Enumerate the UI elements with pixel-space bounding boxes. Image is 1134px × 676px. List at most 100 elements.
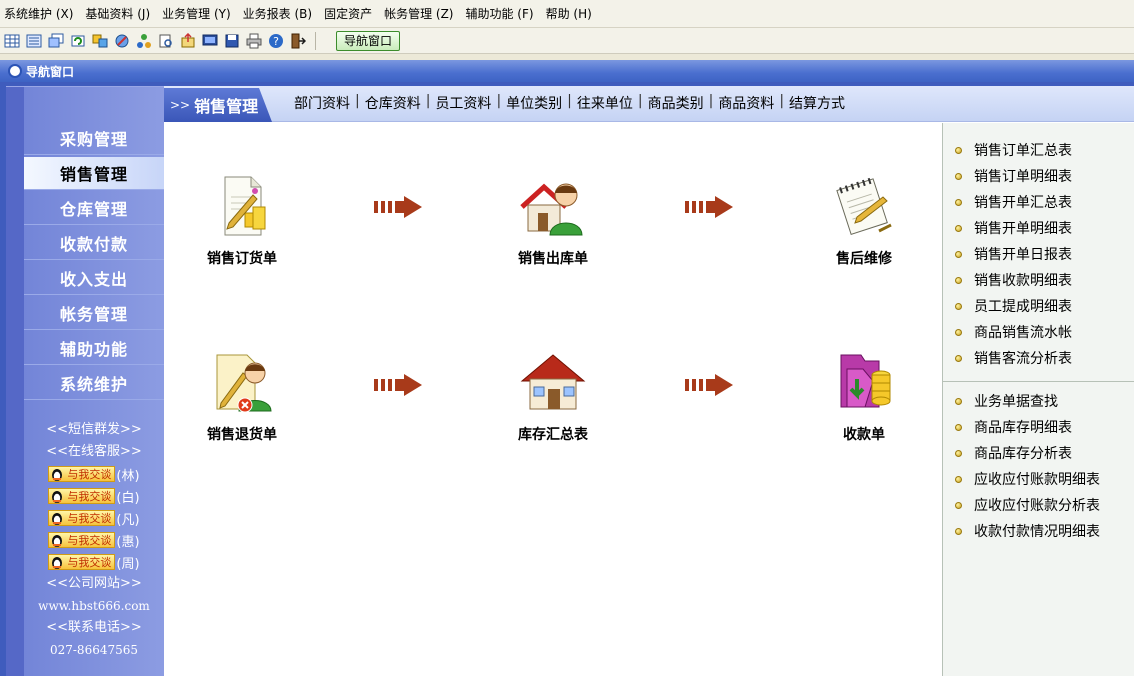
menu-fixed-assets[interactable]: 固定资产 <box>324 5 372 22</box>
exit-icon[interactable] <box>289 32 307 50</box>
flow-after-sales[interactable]: 售后维修 <box>809 173 919 268</box>
qq-chat-badge[interactable]: 与我交谈 <box>48 532 115 548</box>
swap-icon[interactable] <box>91 32 109 50</box>
flow-sales-order[interactable]: 销售订货单 <box>187 173 297 268</box>
report-link[interactable]: 销售开单明细表 <box>943 215 1134 241</box>
report-link[interactable]: 销售开单汇总表 <box>943 189 1134 215</box>
menu-system[interactable]: 系统维护 (X) <box>4 5 73 22</box>
bullet-icon <box>955 251 962 258</box>
qq-chat-badge[interactable]: 与我交谈 <box>48 466 115 482</box>
flow-sales-order-label: 销售订货单 <box>187 248 297 268</box>
topnav-link-product-category[interactable]: 商品类别 <box>648 93 704 113</box>
report-link-label: 销售开单日报表 <box>974 244 1072 264</box>
save-icon[interactable] <box>223 32 241 50</box>
screen-icon[interactable] <box>201 32 219 50</box>
report-link-label: 业务单据查找 <box>974 391 1058 411</box>
sms-link[interactable]: <<短信群发>> <box>24 419 164 441</box>
tools-icon[interactable] <box>113 32 131 50</box>
export-icon[interactable] <box>179 32 197 50</box>
main-content: >> 销售管理 部门资料| 仓库资料| 员工资料| 单位类别| 往来单位| 商品… <box>164 86 1134 676</box>
bullet-icon <box>955 199 962 206</box>
penguin-icon <box>49 511 65 525</box>
report-link[interactable]: 销售开单日报表 <box>943 241 1134 267</box>
qq-badge-label: 与我交谈 <box>67 510 111 526</box>
qq-chat-badge[interactable]: 与我交谈 <box>48 510 115 526</box>
order-document-icon <box>207 173 277 239</box>
website-link[interactable]: www.hbst666.com <box>24 595 164 617</box>
report-link[interactable]: 销售客流分析表 <box>943 345 1134 371</box>
topnav-link-staff[interactable]: 员工资料 <box>435 93 491 113</box>
nav-window-button[interactable]: 导航窗口 <box>336 31 400 51</box>
report-link[interactable]: 商品库存明细表 <box>943 414 1134 440</box>
flow-inventory-summary[interactable]: 库存汇总表 <box>498 349 608 444</box>
flow-sales-return[interactable]: 销售退货单 <box>187 349 297 444</box>
menu-bar: 系统维护 (X) 基础资料 (J) 业务管理 (Y) 业务报表 (B) 固定资产… <box>0 0 1134 28</box>
qq-contact-row[interactable]: 与我交谈 (白) <box>24 485 164 507</box>
report-link[interactable]: 商品库存分析表 <box>943 440 1134 466</box>
bullet-icon <box>955 173 962 180</box>
qq-contact-row[interactable]: 与我交谈 (林) <box>24 463 164 485</box>
sidebar-item-warehouse[interactable]: 仓库管理 <box>24 192 164 225</box>
flow-receipt[interactable]: 收款单 <box>809 349 919 444</box>
report-link[interactable]: 收款付款情况明细表 <box>943 518 1134 544</box>
top-nav: >> 销售管理 部门资料| 仓库资料| 员工资料| 单位类别| 往来单位| 商品… <box>164 86 1134 122</box>
topnav-link-unit-category[interactable]: 单位类别 <box>506 93 562 113</box>
grid-icon[interactable] <box>3 32 21 50</box>
flow-sales-return-label: 销售退货单 <box>187 424 297 444</box>
menu-reports[interactable]: 业务报表 (B) <box>243 5 312 22</box>
help-icon[interactable]: ? <box>267 32 285 50</box>
bullet-icon <box>955 450 962 457</box>
report-link[interactable]: 销售收款明细表 <box>943 267 1134 293</box>
inventory-report-list: 业务单据查找 商品库存明细表 商品库存分析表 应收应付账款明细表 应收应付账款分… <box>943 388 1134 544</box>
refresh-icon[interactable] <box>69 32 87 50</box>
report-link[interactable]: 商品销售流水帐 <box>943 319 1134 345</box>
report-link[interactable]: 应收应付账款明细表 <box>943 466 1134 492</box>
windows-icon[interactable] <box>47 32 65 50</box>
report-link-label: 应收应付账款分析表 <box>974 495 1100 515</box>
list-icon[interactable] <box>25 32 43 50</box>
report-link[interactable]: 销售订单明细表 <box>943 163 1134 189</box>
print-preview-icon[interactable] <box>157 32 175 50</box>
qq-chat-badge[interactable]: 与我交谈 <box>48 488 115 504</box>
menu-business[interactable]: 业务管理 (Y) <box>162 5 231 22</box>
sidebar-item-payments[interactable]: 收款付款 <box>24 227 164 260</box>
topnav-link-products[interactable]: 商品资料 <box>718 93 774 113</box>
sidebar-item-auxiliary[interactable]: 辅助功能 <box>24 332 164 365</box>
network-icon[interactable] <box>135 32 153 50</box>
topnav-link-department[interactable]: 部门资料 <box>294 93 350 113</box>
flow-sales-outbound[interactable]: 销售出库单 <box>498 173 608 268</box>
print-icon[interactable] <box>245 32 263 50</box>
qq-contact-row[interactable]: 与我交谈 (凡) <box>24 507 164 529</box>
report-link[interactable]: 业务单据查找 <box>943 388 1134 414</box>
menu-accounts[interactable]: 帐务管理 (Z) <box>384 5 453 22</box>
report-link[interactable]: 应收应付账款分析表 <box>943 492 1134 518</box>
menu-help[interactable]: 帮助 (H) <box>546 5 592 22</box>
sidebar-item-purchase[interactable]: 采购管理 <box>24 122 164 155</box>
window-icon <box>8 64 22 78</box>
qq-contact-row[interactable]: 与我交谈 (惠) <box>24 529 164 551</box>
notepad-pencil-icon <box>829 173 899 239</box>
sidebar-item-sales[interactable]: 销售管理 <box>24 157 164 190</box>
coins-folder-icon <box>829 349 899 415</box>
topnav-link-partners[interactable]: 往来单位 <box>577 93 633 113</box>
sidebar-item-accounts[interactable]: 帐务管理 <box>24 297 164 330</box>
qq-contact-name: (惠) <box>116 531 139 550</box>
online-service-label: <<在线客服>> <box>24 441 164 463</box>
sidebar-item-income[interactable]: 收入支出 <box>24 262 164 295</box>
topnav-link-settlement[interactable]: 结算方式 <box>789 93 845 113</box>
bullet-icon <box>955 355 962 362</box>
flow-after-sales-label: 售后维修 <box>809 248 919 268</box>
bullet-icon <box>955 147 962 154</box>
topnav-link-warehouse[interactable]: 仓库资料 <box>365 93 421 113</box>
sidebar-links: <<短信群发>> <<在线客服>> 与我交谈 (林) 与我交谈 (白) 与我交谈… <box>24 419 164 661</box>
svg-text:?: ? <box>273 35 279 48</box>
flow-receipt-label: 收款单 <box>809 424 919 444</box>
qq-contact-row[interactable]: 与我交谈 (周) <box>24 551 164 573</box>
menu-basic-data[interactable]: 基础资料 (J) <box>85 5 150 22</box>
report-link[interactable]: 员工提成明细表 <box>943 293 1134 319</box>
report-link[interactable]: 销售订单汇总表 <box>943 137 1134 163</box>
menu-auxiliary[interactable]: 辅助功能 (F) <box>465 5 533 22</box>
bullet-icon <box>955 303 962 310</box>
sidebar-item-system[interactable]: 系统维护 <box>24 367 164 400</box>
qq-chat-badge[interactable]: 与我交谈 <box>48 554 115 570</box>
